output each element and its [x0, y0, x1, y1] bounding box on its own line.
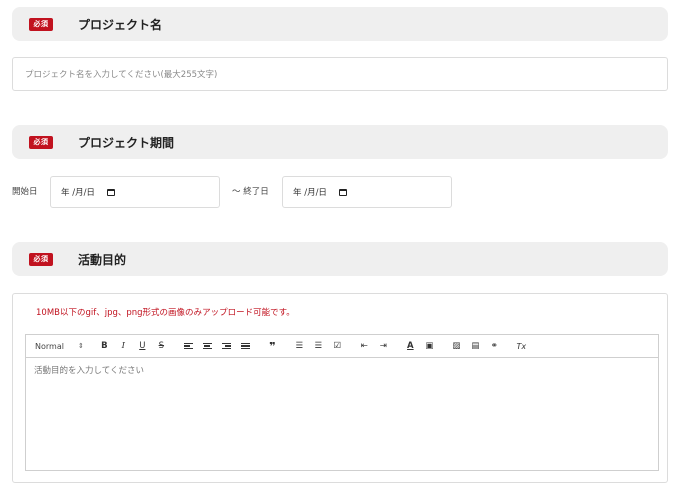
calendar-icon[interactable]: [338, 188, 347, 196]
editor-toolbar: Normal ⇕ B I U S ❞ ☰ ☰ ☑ ⇤ ⇥ A ▣ ▨ ▤ ⚭ T…: [25, 334, 659, 358]
format-select-value: Normal: [35, 341, 64, 351]
align-right-icon[interactable]: [220, 339, 233, 353]
chevron-updown-icon: ⇕: [77, 342, 84, 350]
underline-button[interactable]: U: [136, 339, 149, 353]
ordered-list-icon[interactable]: ☰: [293, 339, 306, 353]
strike-button[interactable]: S: [155, 339, 168, 353]
align-center-icon[interactable]: [201, 339, 214, 353]
required-badge: 必須: [29, 252, 53, 266]
bullet-list-icon[interactable]: ☰: [312, 339, 325, 353]
start-date-label: 開始日: [12, 187, 38, 197]
section-title: 活動目的: [78, 252, 127, 267]
editor-placeholder: 活動目的を入力してください: [34, 366, 144, 376]
align-justify-icon[interactable]: [239, 339, 252, 353]
background-color-icon[interactable]: ▣: [423, 339, 436, 353]
section-header-project-period: 必須 プロジェクト期間: [12, 125, 668, 159]
blockquote-button[interactable]: ❞: [266, 339, 279, 353]
video-icon[interactable]: ▤: [469, 339, 482, 353]
clear-format-button[interactable]: Tx: [515, 339, 528, 353]
activity-purpose-textarea[interactable]: 活動目的を入力してください: [25, 357, 659, 471]
end-date-label: 〜 終了日: [232, 187, 269, 197]
end-date-value: 年 /月/日: [293, 188, 327, 198]
upload-notice: 10MB以下のgif、jpg、png形式の画像のみアップロード可能です。: [36, 308, 295, 318]
project-name-input[interactable]: プロジェクト名を入力してください(最大255文字): [12, 57, 668, 91]
text-color-icon[interactable]: A: [404, 339, 417, 353]
bold-button[interactable]: B: [98, 339, 111, 353]
project-name-placeholder: プロジェクト名を入力してください(最大255文字): [25, 70, 218, 80]
required-badge: 必須: [29, 135, 53, 149]
section-title: プロジェクト名: [78, 17, 163, 32]
section-header-activity-purpose: 必須 活動目的: [12, 242, 668, 276]
section-header-project-name: 必須 プロジェクト名: [12, 7, 668, 41]
check-list-icon[interactable]: ☑: [331, 339, 344, 353]
start-date-input[interactable]: 年 /月/日: [50, 176, 220, 208]
italic-button[interactable]: I: [117, 339, 130, 353]
indent-icon[interactable]: ⇥: [377, 339, 390, 353]
calendar-icon[interactable]: [106, 188, 115, 196]
format-select[interactable]: Normal ⇕: [35, 339, 84, 353]
link-icon[interactable]: ⚭: [488, 339, 501, 353]
section-title: プロジェクト期間: [78, 135, 175, 150]
required-badge: 必須: [29, 17, 53, 31]
align-left-icon[interactable]: [182, 339, 195, 353]
activity-purpose-editor: 10MB以下のgif、jpg、png形式の画像のみアップロード可能です。 Nor…: [12, 293, 668, 483]
outdent-icon[interactable]: ⇤: [358, 339, 371, 353]
start-date-value: 年 /月/日: [61, 188, 95, 198]
end-date-input[interactable]: 年 /月/日: [282, 176, 452, 208]
image-icon[interactable]: ▨: [450, 339, 463, 353]
